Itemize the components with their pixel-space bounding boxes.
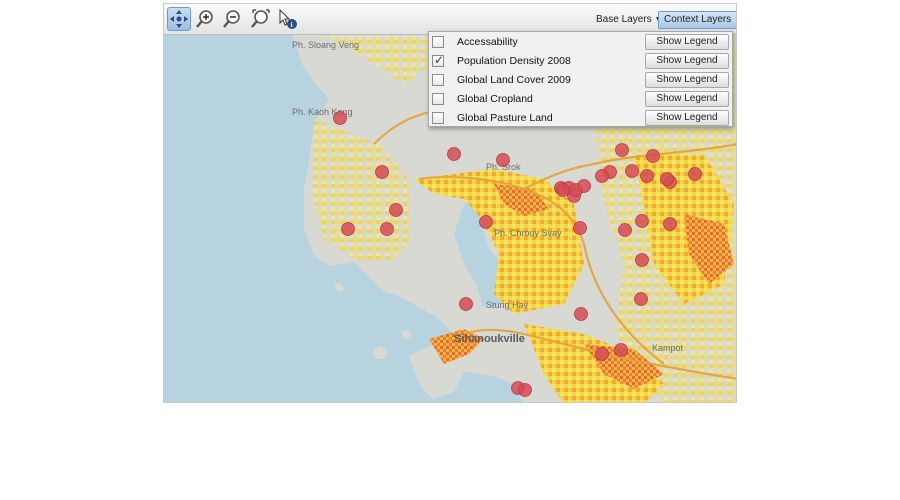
identify-button[interactable]: i <box>275 7 299 31</box>
map-marker[interactable] <box>663 217 677 231</box>
zoom-extent-icon <box>251 9 270 28</box>
map-marker[interactable] <box>625 164 639 178</box>
map-marker[interactable] <box>496 153 510 167</box>
layer-row: Global Land Cover 2009 Show Legend <box>429 71 732 90</box>
check-icon: ✓ <box>434 53 445 67</box>
map-marker[interactable] <box>688 167 702 181</box>
layer-name: Global Cropland <box>457 93 533 105</box>
layer-checkbox[interactable] <box>432 74 444 86</box>
base-layers-label: Base Layers <box>596 14 652 25</box>
show-legend-button[interactable]: Show Legend <box>645 72 729 88</box>
layer-row: Global Cropland Show Legend <box>429 90 732 109</box>
context-layers-menu[interactable]: Context Layers▼ <box>658 11 736 29</box>
show-legend-button[interactable]: Show Legend <box>645 53 729 69</box>
map-marker[interactable] <box>615 143 629 157</box>
map-marker[interactable] <box>459 297 473 311</box>
layer-name: Global Land Cover 2009 <box>457 74 571 86</box>
layer-checkbox[interactable]: ✓ <box>432 53 445 67</box>
base-layers-menu[interactable]: Base Layers▼ <box>591 11 667 29</box>
context-layers-panel: Accessability Show Legend ✓ Population D… <box>428 31 733 127</box>
map-marker[interactable] <box>333 111 347 125</box>
map-marker[interactable] <box>479 215 493 229</box>
layer-row: Accessability Show Legend <box>429 33 732 52</box>
zoom-extent-button[interactable] <box>248 7 272 31</box>
place-label: Ph. Chrouy Svay <box>494 228 562 238</box>
map-marker[interactable] <box>341 222 355 236</box>
layer-name: Global Pasture Land <box>457 112 553 124</box>
map-marker[interactable] <box>635 214 649 228</box>
svg-text:i: i <box>291 21 293 29</box>
map-marker[interactable] <box>574 307 588 321</box>
map-marker[interactable] <box>660 172 674 186</box>
layer-name: Accessability <box>457 36 518 48</box>
map-marker[interactable] <box>595 169 609 183</box>
caret-down-icon: ▼ <box>734 12 736 28</box>
map-marker[interactable] <box>556 183 570 197</box>
map-marker[interactable] <box>635 253 649 267</box>
layer-name: Population Density 2008 <box>457 55 571 67</box>
show-legend-button[interactable]: Show Legend <box>645 34 729 50</box>
show-legend-button[interactable]: Show Legend <box>645 91 729 107</box>
map-marker[interactable] <box>447 147 461 161</box>
map-viewer[interactable]: Ph. Sloang Veng Ph. Kaoh Kong Ph. Srok P… <box>163 3 737 403</box>
context-layers-label: Context Layers <box>664 14 732 25</box>
pan-tool-button[interactable] <box>167 7 191 31</box>
place-label: Kampot <box>652 343 684 353</box>
show-legend-button[interactable]: Show Legend <box>645 110 729 126</box>
place-label: Stung Hav <box>486 300 529 310</box>
zoom-in-icon <box>196 10 213 28</box>
layer-row: ✓ Population Density 2008 Show Legend <box>429 52 732 71</box>
map-marker[interactable] <box>595 347 609 361</box>
map-marker[interactable] <box>640 169 654 183</box>
zoom-out-button[interactable] <box>220 7 244 31</box>
map-marker[interactable] <box>375 165 389 179</box>
place-label: Ph. Sloang Veng <box>292 40 359 50</box>
map-marker[interactable] <box>518 383 532 397</box>
map-marker[interactable] <box>614 343 628 357</box>
place-label: Sihanoukville <box>454 333 525 345</box>
map-marker[interactable] <box>618 223 632 237</box>
map-marker[interactable] <box>634 292 648 306</box>
layer-checkbox[interactable] <box>432 112 444 124</box>
pan-icon <box>170 10 188 28</box>
zoom-out-icon <box>223 10 240 28</box>
zoom-in-button[interactable] <box>193 7 217 31</box>
layer-checkbox[interactable] <box>432 93 444 105</box>
map-marker[interactable] <box>646 149 660 163</box>
map-marker[interactable] <box>573 221 587 235</box>
map-marker[interactable] <box>577 179 591 193</box>
map-marker[interactable] <box>380 222 394 236</box>
identify-icon: i <box>279 8 297 29</box>
map-marker[interactable] <box>389 203 403 217</box>
layer-row: Global Pasture Land Show Legend <box>429 109 732 128</box>
layer-checkbox[interactable] <box>432 36 444 48</box>
